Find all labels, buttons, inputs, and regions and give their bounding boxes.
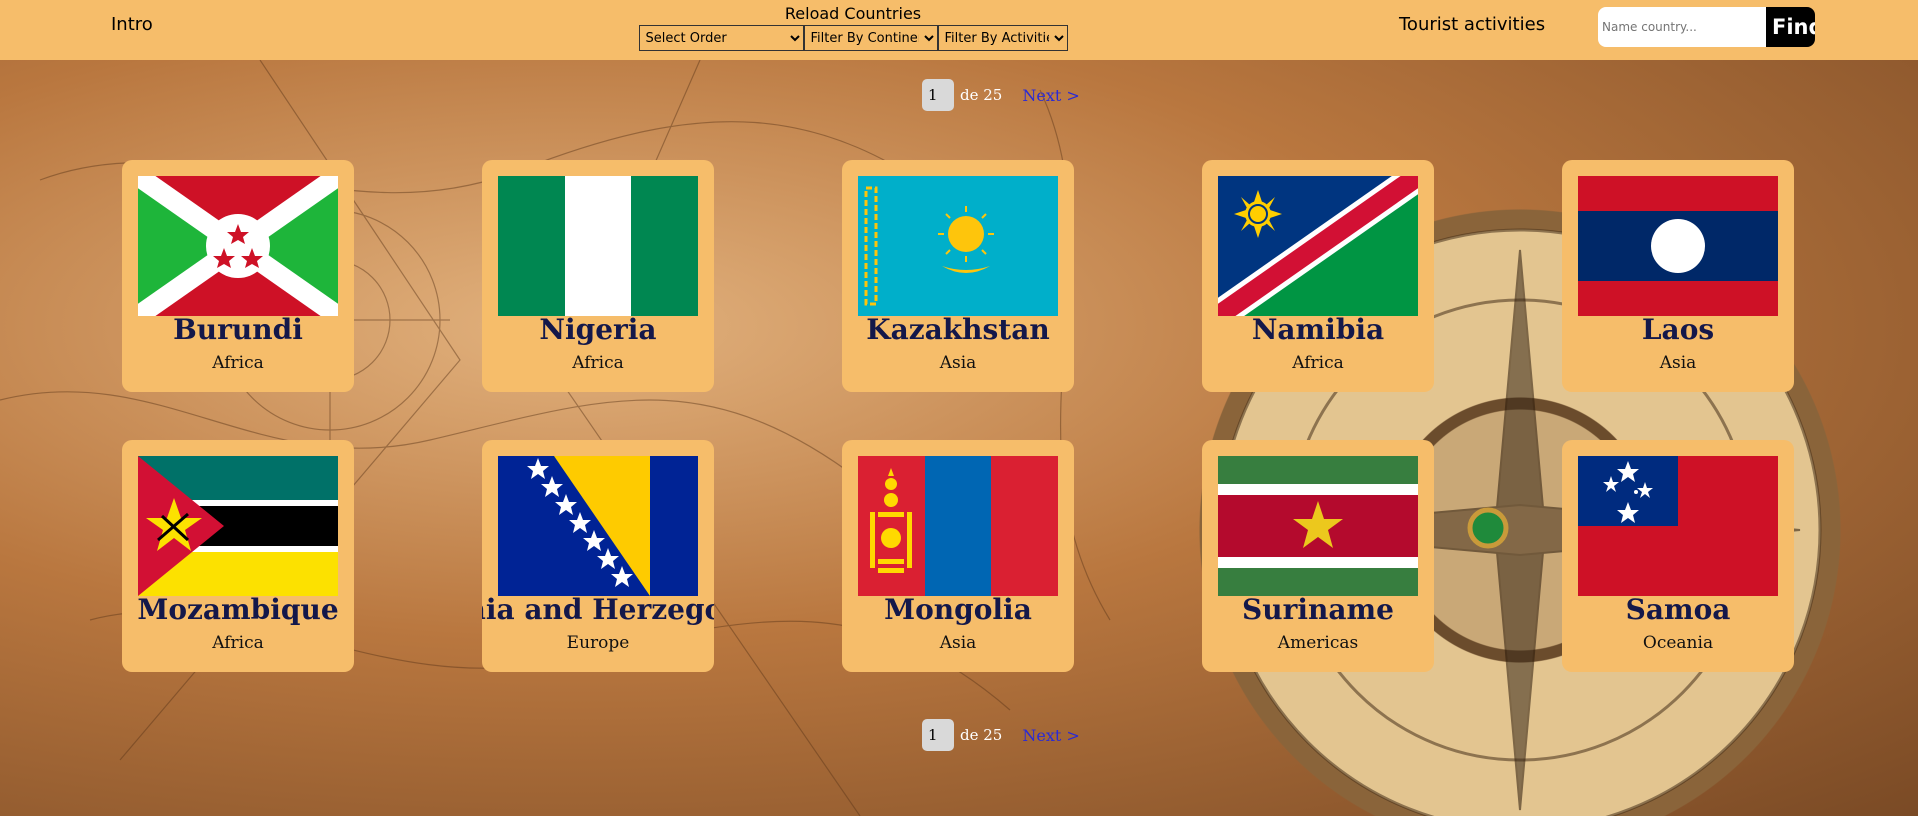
country-card[interactable]: Samoa Oceania: [1562, 440, 1794, 672]
continent-filter-select[interactable]: Filter By Continent: [803, 25, 938, 51]
country-continent: Europe: [566, 633, 630, 653]
activities-filter-select[interactable]: Filter By Activities: [937, 25, 1068, 51]
country-name: Laos: [1641, 313, 1715, 346]
mozambique-flag: [138, 456, 338, 596]
page-count-text: de 25: [960, 726, 1003, 744]
country-name: Mongolia: [884, 593, 1032, 626]
nigeria-flag: [498, 176, 698, 316]
reload-countries-button[interactable]: Reload Countries: [638, 4, 1068, 23]
country-search: Find: [1598, 7, 1815, 47]
filter-selects: Select Order Filter By Continent Filter …: [638, 25, 1068, 51]
top-navbar: Intro Reload Countries Select Order Filt…: [0, 0, 1918, 60]
laos-flag: [1578, 176, 1778, 316]
tourist-activities-link[interactable]: Tourist activities: [1399, 14, 1545, 35]
country-name: Samoa: [1625, 593, 1731, 626]
country-card[interactable]: Laos Asia: [1562, 160, 1794, 392]
page-count-text: de 25: [960, 86, 1003, 104]
country-card[interactable]: Suriname Americas: [1202, 440, 1434, 672]
country-card[interactable]: Nigeria Africa: [482, 160, 714, 392]
country-name: Nigeria: [539, 313, 657, 346]
namibia-flag: [1218, 176, 1418, 316]
country-continent: Asia: [1659, 353, 1697, 373]
country-card[interactable]: Namibia Africa: [1202, 160, 1434, 392]
country-name: Burundi: [173, 313, 303, 346]
country-name: Mozambique: [137, 593, 339, 626]
country-name: Namibia: [1251, 313, 1385, 346]
bosnia-flag: [498, 456, 698, 596]
country-name: Suriname: [1242, 593, 1394, 626]
country-continent: Africa: [212, 353, 264, 373]
pagination-top: de 25 Next >: [922, 79, 1080, 111]
country-card[interactable]: Mongolia Asia: [842, 440, 1074, 672]
country-continent: Africa: [572, 353, 624, 373]
mongolia-flag: [858, 456, 1058, 596]
kazakhstan-flag: [858, 176, 1058, 316]
country-name: Bosnia and Herzegovina: [482, 593, 714, 626]
samoa-flag: [1578, 456, 1778, 596]
country-continent: Asia: [939, 633, 977, 653]
find-button[interactable]: Find: [1766, 7, 1815, 47]
country-continent: Asia: [939, 353, 977, 373]
pagination-bottom: de 25 Next >: [922, 719, 1080, 751]
country-card[interactable]: Mozambique Africa: [122, 440, 354, 672]
country-card[interactable]: Burundi Africa: [122, 160, 354, 392]
next-page-link[interactable]: Next >: [1022, 726, 1079, 745]
page-number-input[interactable]: [922, 719, 954, 751]
order-select[interactable]: Select Order: [638, 25, 804, 51]
country-card[interactable]: Bosnia and Herzegovina Europe: [482, 440, 714, 672]
filter-controls: Reload Countries Select Order Filter By …: [638, 4, 1068, 51]
country-continent: Africa: [212, 633, 264, 653]
intro-link[interactable]: Intro: [111, 14, 153, 35]
suriname-flag: [1218, 456, 1418, 596]
country-continent: Oceania: [1642, 633, 1714, 653]
page-number-input[interactable]: [922, 79, 954, 111]
country-card[interactable]: Kazakhstan Asia: [842, 160, 1074, 392]
next-page-link[interactable]: Next >: [1022, 86, 1079, 105]
burundi-flag: [138, 176, 338, 316]
country-name: Kazakhstan: [866, 313, 1050, 346]
country-continent: Africa: [1292, 353, 1344, 373]
country-continent: Americas: [1277, 633, 1359, 653]
search-input[interactable]: [1598, 7, 1766, 47]
